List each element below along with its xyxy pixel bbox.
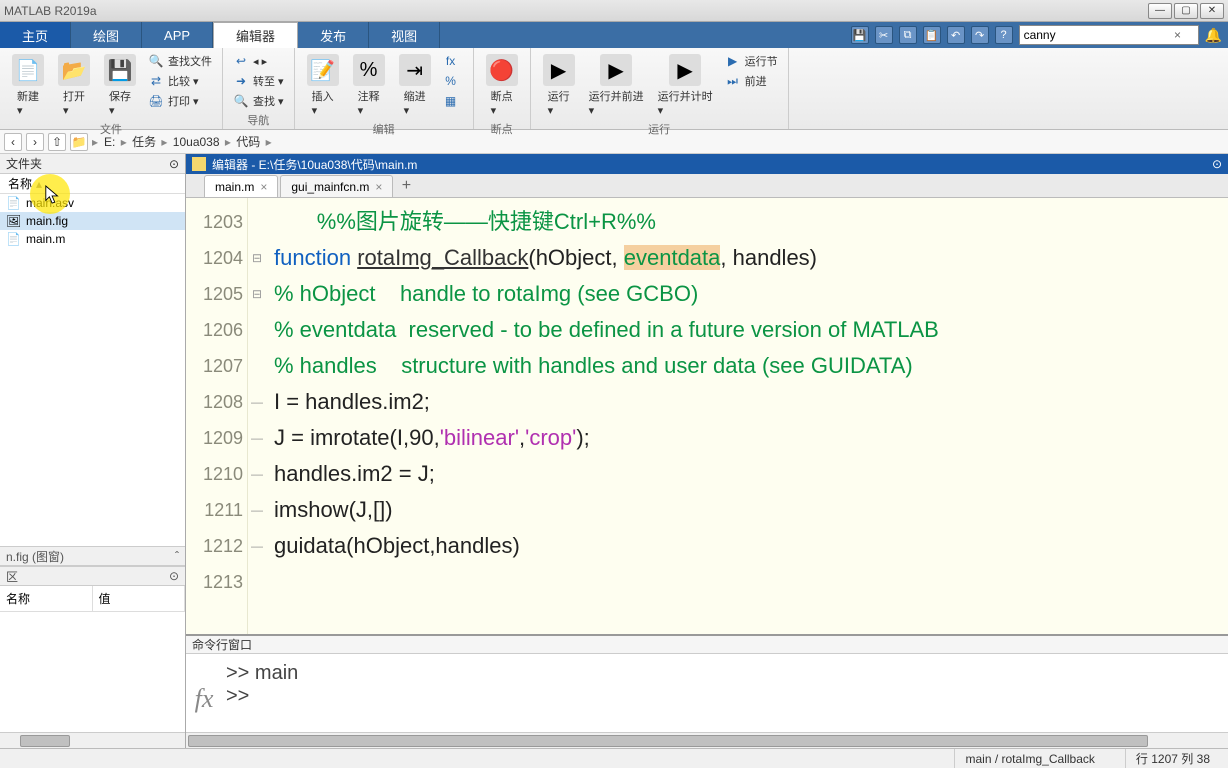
folder-icon[interactable]: 📁 — [70, 133, 88, 151]
breadcrumb-3[interactable]: 代码 — [234, 135, 262, 149]
window-buttons: — ▢ ✕ — [1148, 3, 1224, 19]
nav-up-icon[interactable]: ⇧ — [48, 133, 66, 151]
help-icon[interactable]: ? — [995, 26, 1013, 44]
command-scrollbar[interactable] — [186, 732, 1228, 748]
editor-tab[interactable]: main.m× — [204, 175, 278, 197]
save-icon[interactable]: 💾 — [851, 26, 869, 44]
workspace-header: 区⊙ — [0, 566, 185, 586]
file-item[interactable]: 📄main.m — [0, 230, 185, 248]
minimize-button[interactable]: — — [1148, 3, 1172, 19]
workspace-columns: 名称 值 — [0, 586, 185, 612]
ribbon-保存[interactable]: 💾保存▾ — [100, 52, 140, 119]
redo-icon[interactable]: ↷ — [971, 26, 989, 44]
command-window: 命令行窗口 fx >> main>> — [186, 634, 1228, 748]
main-tab-0[interactable]: 主页 — [0, 22, 71, 48]
close-tab-icon[interactable]: × — [260, 180, 267, 194]
editor-pane: 编辑器 - E:\任务\10ua038\代码\main.m ⊙ main.m×g… — [186, 154, 1228, 748]
ribbon-small-比较 ▾[interactable]: ⇄比较 ▾ — [146, 72, 214, 90]
doc-search-input[interactable] — [1020, 28, 1170, 42]
ribbon-small-转至 ▾[interactable]: ➜转至 ▾ — [231, 72, 286, 90]
window-title: MATLAB R2019a — [4, 4, 97, 18]
doc-search[interactable]: × — [1019, 25, 1199, 45]
main-tab-1[interactable]: 绘图 — [71, 22, 142, 48]
editor-icon — [192, 157, 206, 171]
sidebar-scrollbar[interactable] — [0, 732, 185, 748]
copy-icon[interactable]: ⧉ — [899, 26, 917, 44]
main-tabbar: 主页绘图APP编辑器发布视图 💾 ✂ ⧉ 📋 ↶ ↷ ? × 🔔 — [0, 22, 1228, 48]
ribbon: 📄新建▾📂打开▾💾保存▾🔍查找文件⇄比较 ▾🖨打印 ▾文件↩◂ ▸➜转至 ▾🔍查… — [0, 48, 1228, 130]
status-context: main / rotaImg_Callback — [954, 749, 1104, 768]
status-line: 行 1207 列 38 — [1125, 749, 1220, 768]
file-list: 📄main.asv🖼main.fig📄main.m — [0, 194, 185, 370]
ribbon-small-[interactable]: ▦ — [441, 92, 465, 110]
fx-icon[interactable]: fx — [186, 654, 222, 732]
ribbon-断点[interactable]: 🔴断点▾ — [482, 52, 522, 119]
fold-column: ⊟⊟————— — [248, 198, 266, 634]
editor-tab[interactable]: gui_mainfcn.m× — [280, 175, 393, 197]
ribbon-插入[interactable]: 📝插入▾ — [303, 52, 343, 119]
add-tab-button[interactable]: + — [395, 175, 417, 197]
maximize-button[interactable]: ▢ — [1174, 3, 1198, 19]
ribbon-运行并前进[interactable]: ▶运行并前进▾ — [585, 52, 648, 119]
left-sidebar: 文件夹 ⊙ 名称 ▴ 📄main.asv🖼main.fig📄main.m n.f… — [0, 154, 186, 748]
cut-icon[interactable]: ✂ — [875, 26, 893, 44]
clear-search-icon[interactable]: × — [1170, 28, 1186, 42]
main-tab-2[interactable]: APP — [142, 22, 213, 48]
ribbon-small-查找 ▾[interactable]: 🔍查找 ▾ — [231, 92, 286, 110]
paste-icon[interactable]: 📋 — [923, 26, 941, 44]
breadcrumb-0[interactable]: E: — [102, 135, 117, 149]
line-gutter: 1203120412051206120712081209121012111212… — [186, 198, 248, 634]
command-text[interactable]: >> main>> — [222, 654, 1228, 732]
notification-icon[interactable]: 🔔 — [1205, 27, 1222, 44]
ribbon-small-[interactable]: fx — [441, 52, 465, 70]
main-tab-5[interactable]: 视图 — [369, 22, 440, 48]
ribbon-注释[interactable]: %注释▾ — [349, 52, 389, 119]
breadcrumb-2[interactable]: 10ua038 — [171, 135, 222, 149]
ribbon-small-[interactable]: % — [441, 72, 465, 90]
main-tab-3[interactable]: 编辑器 — [213, 22, 298, 48]
pane-menu-icon[interactable]: ⊙ — [169, 157, 179, 171]
main-tab-4[interactable]: 发布 — [298, 22, 369, 48]
ribbon-打开[interactable]: 📂打开▾ — [54, 52, 94, 119]
editor-menu-icon[interactable]: ⊙ — [1212, 157, 1222, 171]
quick-access-bar: 💾 ✂ ⧉ 📋 ↶ ↷ ? × 🔔 — [845, 22, 1228, 48]
ribbon-运行并计时[interactable]: ▶运行并计时▾ — [654, 52, 717, 119]
ribbon-运行[interactable]: ▶运行▾ — [539, 52, 579, 119]
ribbon-small-查找文件[interactable]: 🔍查找文件 — [146, 52, 214, 70]
preview-header: n.fig (图窗)ˆ — [0, 546, 185, 566]
file-item[interactable]: 📄main.asv — [0, 194, 185, 212]
window-titlebar: MATLAB R2019a — ▢ ✕ — [0, 0, 1228, 22]
code-editor[interactable]: 1203120412051206120712081209121012111212… — [186, 198, 1228, 634]
command-window-header: 命令行窗口 — [186, 636, 1228, 654]
breadcrumb-1[interactable]: 任务 — [130, 135, 158, 149]
close-tab-icon[interactable]: × — [375, 180, 382, 194]
cursor-highlight — [30, 174, 70, 214]
ribbon-small-打印 ▾[interactable]: 🖨打印 ▾ — [146, 92, 214, 110]
editor-titlebar: 编辑器 - E:\任务\10ua038\代码\main.m ⊙ — [186, 154, 1228, 174]
folder-pane-header: 文件夹 ⊙ — [0, 154, 185, 174]
folder-column-header[interactable]: 名称 ▴ — [0, 174, 185, 194]
ribbon-新建[interactable]: 📄新建▾ — [8, 52, 48, 119]
ribbon-small-前进[interactable]: ⏭前进 — [723, 72, 780, 90]
nav-back-icon[interactable]: ‹ — [4, 133, 22, 151]
file-item[interactable]: 🖼main.fig — [0, 212, 185, 230]
ribbon-small-◂ ▸[interactable]: ↩◂ ▸ — [231, 52, 286, 70]
undo-icon[interactable]: ↶ — [947, 26, 965, 44]
status-bar: main / rotaImg_Callback 行 1207 列 38 — [0, 748, 1228, 768]
ribbon-缩进[interactable]: ⇥缩进▾ — [395, 52, 435, 119]
editor-file-tabs: main.m×gui_mainfcn.m×+ — [186, 174, 1228, 198]
nav-fwd-icon[interactable]: › — [26, 133, 44, 151]
code-content[interactable]: %%图片旋转——快捷键Ctrl+R%%function rotaImg_Call… — [266, 198, 1228, 634]
close-button[interactable]: ✕ — [1200, 3, 1224, 19]
ribbon-small-运行节[interactable]: ▶运行节 — [723, 52, 780, 70]
